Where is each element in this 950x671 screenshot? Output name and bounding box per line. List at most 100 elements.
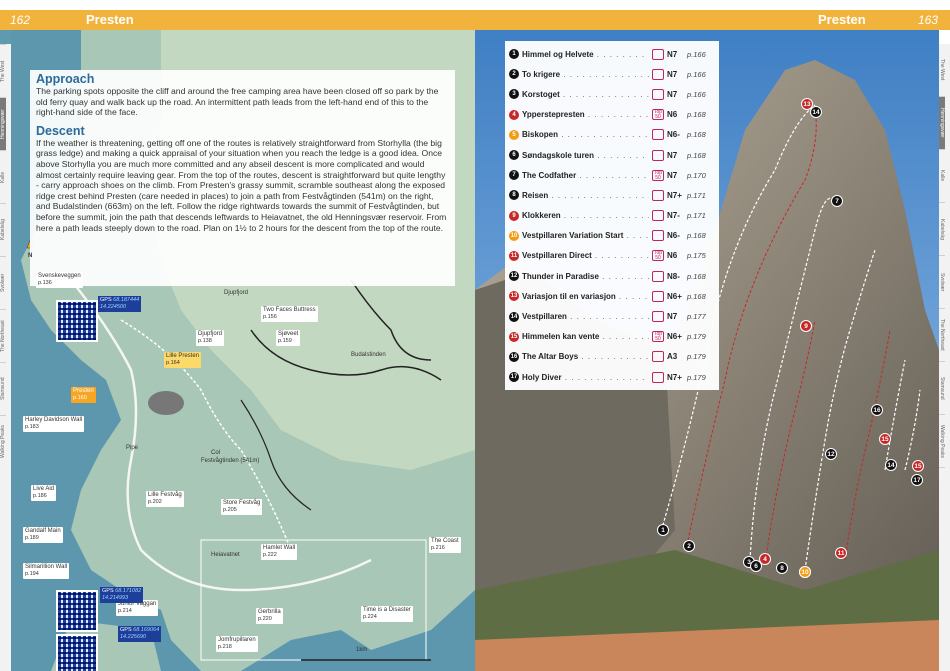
map-label[interactable]: Gandalf Main p.189: [23, 527, 63, 543]
map-label[interactable]: Live Aid p.186: [31, 485, 57, 501]
side-tab[interactable]: The West: [939, 44, 945, 97]
side-tab[interactable]: Walking Peaks: [0, 415, 6, 468]
side-tab[interactable]: The West: [0, 44, 6, 97]
route-row[interactable]: 17Holy Diver . . . . . . . . . . . . . .…: [509, 367, 715, 387]
route-marker[interactable]: 14: [885, 459, 897, 471]
map-label[interactable]: Two Faces Buttress p.156: [261, 306, 318, 322]
route-marker[interactable]: 15: [879, 433, 891, 445]
map-label[interactable]: Harley Davidson Wall p.183: [23, 416, 85, 432]
route-row[interactable]: 11Vestpillaren Direct . . . . . . . . . …: [509, 246, 715, 266]
side-tab[interactable]: Stamsund: [0, 362, 6, 415]
gps-label: GPS: [120, 627, 134, 633]
route-name-text: Biskopen: [522, 130, 559, 140]
qr-code[interactable]: [56, 590, 98, 632]
side-tab[interactable]: Kabelvåg: [0, 203, 6, 256]
route-name: Reisen . . . . . . . . . . . . . . . .: [522, 191, 649, 200]
side-tab[interactable]: Kalle: [0, 150, 6, 203]
map-label[interactable]: Djupfjord p.138: [196, 330, 225, 346]
route-marker[interactable]: 7: [831, 195, 843, 207]
route-row[interactable]: 7The Codfather . . . . . . . . . . . . .…: [509, 165, 715, 185]
map-label[interactable]: Time is a Disaster p.224: [361, 606, 413, 622]
map-label[interactable]: Store Festvåg p.205: [221, 499, 263, 515]
map-label-name: Lille Presten: [166, 353, 200, 359]
route-marker[interactable]: 14: [810, 106, 822, 118]
leader-dots: . . . . . . . . . . . . . . . .: [564, 372, 649, 382]
scale-label: 1km: [356, 647, 368, 653]
route-row[interactable]: 16The Altar Boys . . . . . . . . . . . .…: [509, 347, 715, 367]
route-marker[interactable]: 17: [911, 474, 923, 486]
map-label[interactable]: Sjøveet p.159: [276, 330, 301, 346]
route-row[interactable]: 10Vestpillaren Variation Start . . . . .…: [509, 226, 715, 246]
map-label-page: p.164: [166, 360, 180, 366]
route-marker[interactable]: 1: [657, 524, 669, 536]
side-tab[interactable]: Henningsvær: [939, 97, 945, 150]
side-tab[interactable]: Svolvær: [0, 256, 6, 309]
side-tab[interactable]: Kalle: [939, 150, 945, 203]
route-row[interactable]: 4Ypperstepresten . . . . . . . . . . . .…: [509, 105, 715, 125]
map-label-name: The Coast: [431, 538, 459, 544]
map-label[interactable]: Hamlet Wall p.222: [261, 544, 298, 560]
leader-dots: . . . . . . . . . . . . . . . .: [626, 231, 649, 241]
quality-icon: [652, 290, 664, 302]
gps-longitude: 14.225690: [120, 634, 146, 640]
map-label[interactable]: Lille Festvåg p.202: [146, 491, 184, 507]
side-tab[interactable]: Kabelvåg: [939, 203, 945, 256]
route-row[interactable]: 8 Reisen . . . . . . . . . . . . . . . . N…: [509, 185, 715, 205]
map-label[interactable]: Gerbrilla p.220: [256, 608, 283, 624]
route-grade: N6: [667, 251, 678, 261]
map-label-name: Two Faces Buttress: [263, 307, 316, 313]
route-name-text: Thunder in Paradise: [522, 271, 599, 281]
side-tab[interactable]: Henningsvær: [0, 97, 6, 150]
qr-code[interactable]: [56, 300, 98, 342]
map-label[interactable]: Presten p.160: [71, 387, 96, 403]
route-marker[interactable]: 12: [825, 448, 837, 460]
route-marker[interactable]: 10: [799, 566, 811, 578]
map-label-page: p.138: [198, 338, 212, 344]
map-label[interactable]: Svenskeveggen p.136: [36, 272, 83, 288]
side-tab[interactable]: The Northeast: [0, 309, 6, 362]
route-row[interactable]: 1Himmel og Helvete . . . . . . . . . . .…: [509, 44, 715, 64]
route-name: Variasjon til en variasjon . . . . . . .…: [522, 292, 649, 301]
route-number-badge: 12: [509, 271, 519, 282]
leader-dots: . . . . . . . . . . . . . . . .: [570, 312, 649, 322]
map-label[interactable]: The Coast p.216: [429, 537, 461, 553]
route-marker[interactable]: 15: [912, 460, 924, 472]
route-marker[interactable]: 11: [835, 547, 847, 559]
route-page: p.179: [687, 332, 706, 342]
map-label[interactable]: Silmarillion Wall p.194: [23, 563, 70, 579]
route-grade: N7: [667, 170, 678, 180]
route-number-badge: 1: [509, 49, 519, 60]
map-label-name: Sjøveet: [278, 331, 299, 337]
map-label-name: Svenskeveggen: [38, 273, 81, 279]
route-marker[interactable]: 16: [871, 404, 883, 416]
route-row[interactable]: 6Søndagskole turen . . . . . . . . . . .…: [509, 145, 715, 165]
route-row[interactable]: 13Variasjon til en variasjon . . . . . .…: [509, 286, 715, 306]
route-row[interactable]: 12Thunder in Paradise . . . . . . . . . …: [509, 266, 715, 286]
route-marker[interactable]: 9: [800, 320, 812, 332]
map-label[interactable]: Lille Presten p.164: [164, 352, 202, 368]
left-page: 162 Presten The West Henningsvær Kalle Kabe…: [0, 0, 475, 671]
side-tab[interactable]: Walking Peaks: [939, 415, 945, 468]
route-marker[interactable]: 2: [683, 540, 695, 552]
route-marker[interactable]: 6: [750, 560, 762, 572]
route-marker[interactable]: 13: [801, 98, 813, 110]
route-row[interactable]: 14Vestpillaren . . . . . . . . . . . . .…: [509, 306, 715, 326]
qr-code[interactable]: [56, 634, 98, 671]
route-marker[interactable]: 8: [776, 562, 788, 574]
map-label[interactable]: Jomfrupillaren p.218: [216, 636, 258, 652]
route-number-badge: 6: [509, 150, 519, 161]
route-grade: N7+: [667, 190, 682, 200]
side-tab[interactable]: Svolvær: [939, 256, 945, 309]
map-label-name: Store Festvåg: [223, 500, 261, 506]
route-row[interactable]: 3Korstoget . . . . . . . . . . . . . . .…: [509, 84, 715, 104]
route-row[interactable]: 15Himmelen kan vente . . . . . . . . . .…: [509, 327, 715, 347]
leader-dots: . . . . . . . . . . . . . . . .: [563, 69, 649, 79]
route-row[interactable]: 2To krigere . . . . . . . . . . . . . . …: [509, 64, 715, 84]
side-tab[interactable]: Stamsund: [939, 362, 945, 415]
page-title: Presten: [818, 12, 866, 27]
route-row[interactable]: 9Klokkeren . . . . . . . . . . . . . . .…: [509, 206, 715, 226]
map-label-page: p.222: [263, 552, 277, 558]
side-tab[interactable]: The Northeast: [939, 309, 945, 362]
route-row[interactable]: 5Biskopen . . . . . . . . . . . . . . . …: [509, 125, 715, 145]
route-number-badge: 14: [509, 311, 519, 322]
